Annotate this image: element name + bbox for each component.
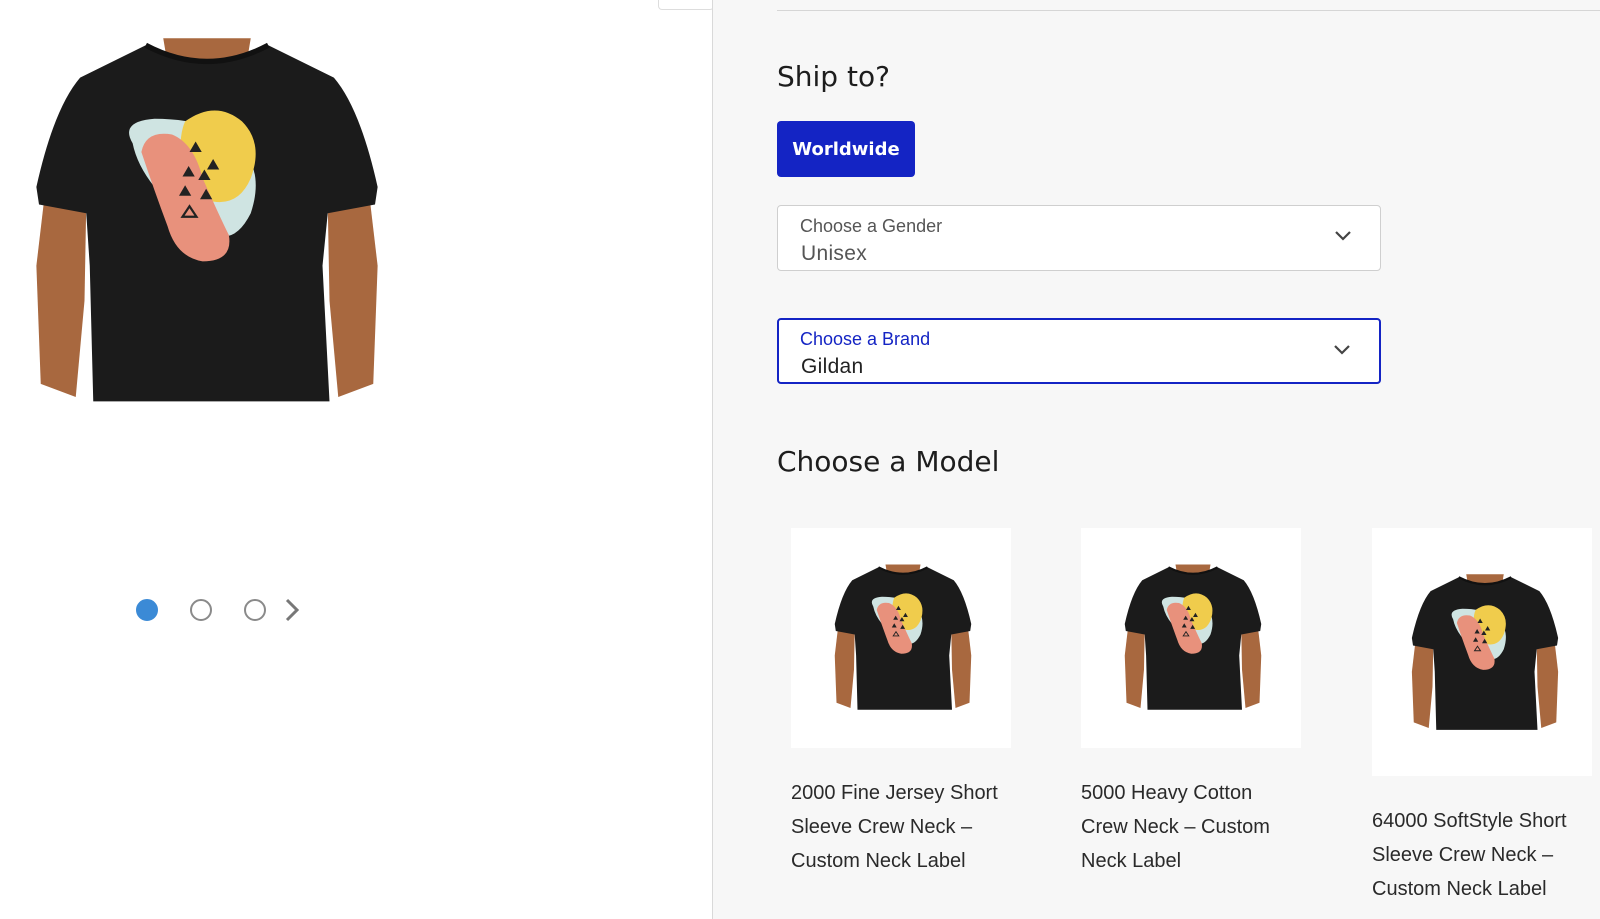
brand-select[interactable]: Choose a Brand Gildan	[777, 318, 1381, 384]
gender-select-value: Unisex	[801, 242, 867, 265]
gender-select-label: Choose a Gender	[800, 216, 943, 236]
product-main-image	[32, 10, 382, 434]
model-2000-image	[833, 563, 973, 711]
gender-select[interactable]: Choose a Gender Unisex	[777, 205, 1381, 271]
model-card-2000[interactable]: 2000 Fine Jersey Short Sleeve Crew Neck …	[791, 528, 1013, 878]
carousel-dot-1[interactable]	[136, 599, 158, 621]
chevron-down-icon	[1334, 345, 1350, 355]
ship-to-heading: Ship to?	[777, 60, 890, 93]
product-gallery	[0, 0, 714, 919]
model-thumbnail	[791, 528, 1011, 748]
model-thumbnail	[1081, 528, 1301, 748]
carousel-dot-2[interactable]	[190, 599, 212, 621]
tab-stub	[658, 0, 714, 10]
chevron-down-icon	[1335, 231, 1351, 241]
brand-select-value: Gildan	[801, 355, 864, 378]
chevron-right-icon[interactable]	[282, 596, 302, 624]
model-5000-image	[1123, 563, 1263, 711]
worldwide-button[interactable]: Worldwide	[777, 121, 915, 177]
choose-model-heading: Choose a Model	[777, 445, 1000, 478]
model-card-5000[interactable]: 5000 Heavy Cotton Crew Neck – Custom Nec…	[1081, 528, 1303, 878]
model-card-64000[interactable]: 64000 SoftStyle Short Sleeve Crew Neck –…	[1372, 528, 1594, 906]
divider	[777, 10, 1600, 11]
model-name: 2000 Fine Jersey Short Sleeve Crew Neck …	[791, 782, 998, 872]
model-name: 64000 SoftStyle Short Sleeve Crew Neck –…	[1372, 810, 1567, 900]
options-panel: Ship to? Worldwide Choose a Gender Unise…	[712, 0, 1600, 919]
carousel-dot-3[interactable]	[244, 599, 266, 621]
carousel-dots	[136, 596, 302, 624]
model-thumbnail	[1372, 528, 1592, 776]
model-name: 5000 Heavy Cotton Crew Neck – Custom Nec…	[1081, 782, 1270, 872]
model-64000-image	[1410, 573, 1560, 731]
brand-select-label: Choose a Brand	[800, 329, 931, 349]
